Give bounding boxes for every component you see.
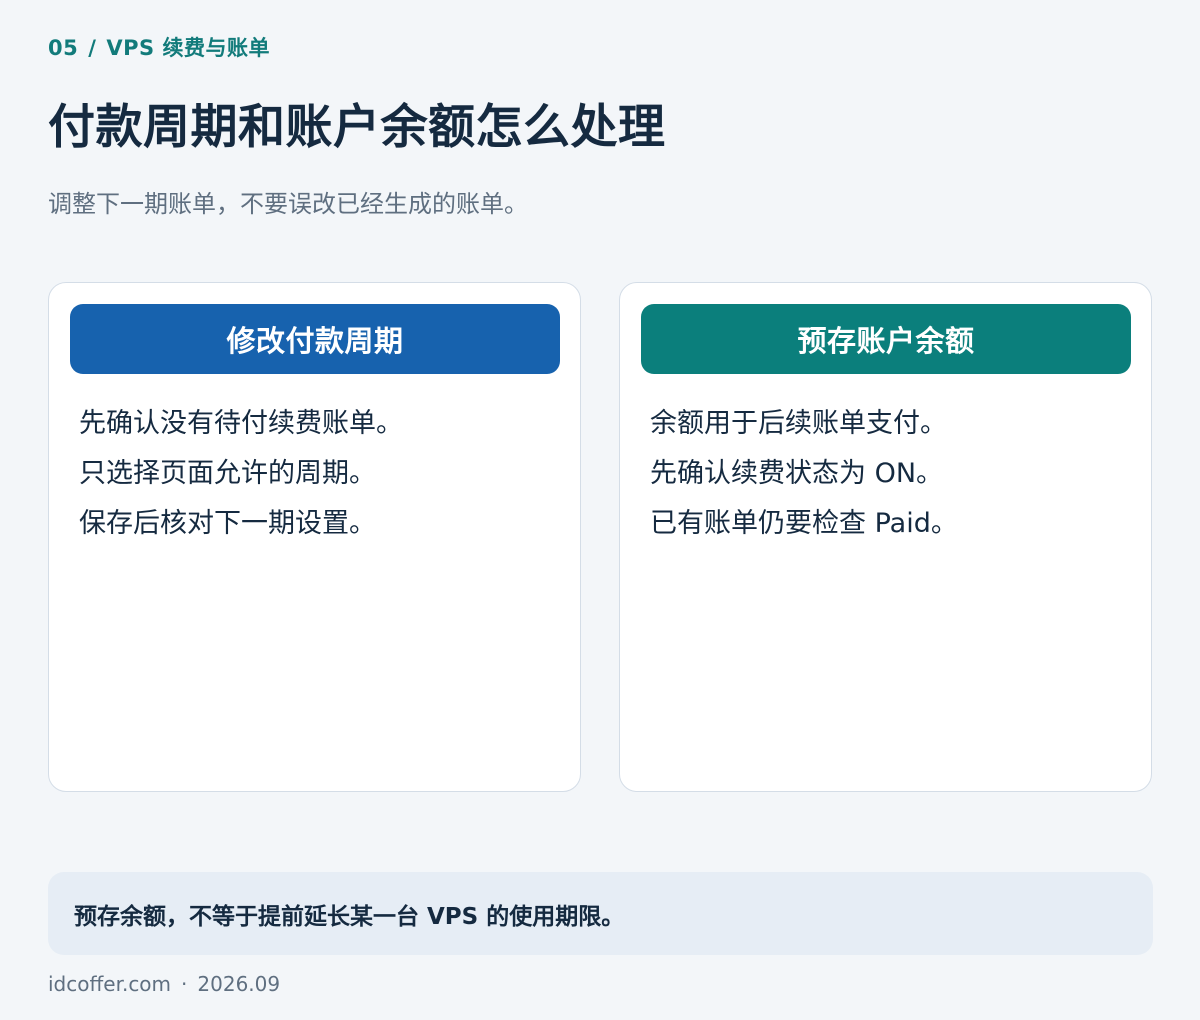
breadcrumb: 05 / VPS 续费与账单 xyxy=(48,32,270,60)
card-prepaid-balance: 预存账户余额 余额用于后续账单支付。 先确认续费状态为 ON。 已有账单仍要检查… xyxy=(619,282,1152,792)
breadcrumb-number: 05 xyxy=(48,36,79,60)
footer-date: 2026.09 xyxy=(197,972,281,996)
card-line: 保存后核对下一期设置。 xyxy=(79,508,376,539)
card-lines: 先确认没有待付续费账单。 只选择页面允许的周期。 保存后核对下一期设置。 xyxy=(79,399,403,549)
card-line: 只选择页面允许的周期。 xyxy=(79,458,376,489)
card-line: 先确认没有待付续费账单。 xyxy=(79,408,403,439)
footer: idcoffer.com · 2026.09 xyxy=(48,972,280,996)
breadcrumb-section: VPS 续费与账单 xyxy=(106,36,270,60)
page-title: 付款周期和账户余额怎么处理 xyxy=(48,100,666,155)
breadcrumb-separator: / xyxy=(88,36,97,60)
footer-separator: · xyxy=(181,972,188,996)
card-line: 先确认续费状态为 ON。 xyxy=(650,458,944,489)
card-header: 修改付款周期 xyxy=(70,304,560,374)
card-line: 已有账单仍要检查 Paid。 xyxy=(650,508,958,539)
page-subtitle: 调整下一期账单，不要误改已经生成的账单。 xyxy=(48,190,528,218)
card-header: 预存账户余额 xyxy=(641,304,1131,374)
summary-note: 预存余额，不等于提前延长某一台 VPS 的使用期限。 xyxy=(48,872,1153,955)
card-change-billing-cycle: 修改付款周期 先确认没有待付续费账单。 只选择页面允许的周期。 保存后核对下一期… xyxy=(48,282,581,792)
card-lines: 余额用于后续账单支付。 先确认续费状态为 ON。 已有账单仍要检查 Paid。 xyxy=(650,399,958,549)
card-line: 余额用于后续账单支付。 xyxy=(650,408,947,439)
footer-site: idcoffer.com xyxy=(48,972,172,996)
